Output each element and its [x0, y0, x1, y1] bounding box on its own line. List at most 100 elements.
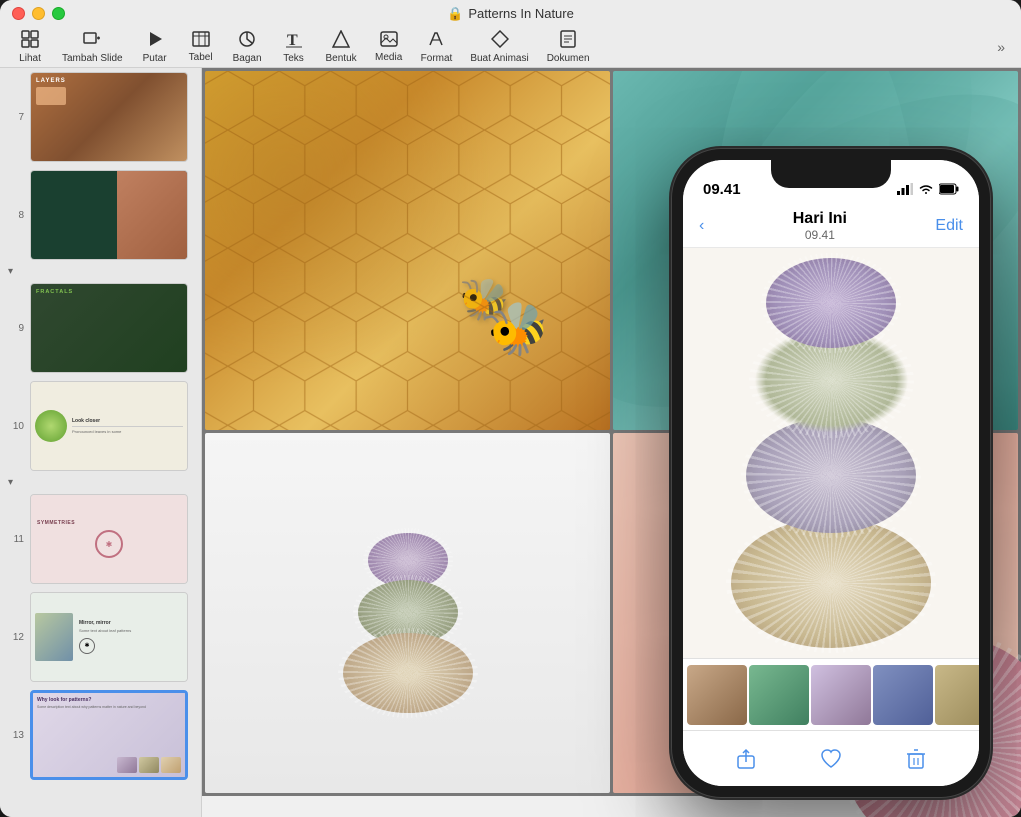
putar-label: Putar	[143, 53, 167, 64]
title-text: Patterns In Nature	[468, 6, 574, 21]
iphone-nav-subtitle: 09.41	[805, 228, 835, 242]
main-content: 7 LAYERS 8 ▾	[0, 68, 1021, 817]
toolbar: Lihat Tambah Slide Putar T	[0, 27, 1021, 67]
svg-text:T: T	[287, 32, 298, 48]
iphone-thumbnail-strip[interactable]	[683, 658, 979, 730]
chevron-down-icon-2: ▾	[8, 477, 13, 488]
trash-button[interactable]	[905, 748, 927, 770]
toolbar-format[interactable]: Format	[413, 27, 461, 67]
iphone-nav-bar: ‹ Hari Ini 09.41 Edit	[683, 204, 979, 248]
bagan-icon	[238, 30, 256, 52]
lock-icon: 🔒	[447, 6, 463, 22]
thumb-strip-1[interactable]	[687, 665, 747, 725]
edit-button[interactable]: Edit	[935, 217, 963, 235]
slide-number-11: 11	[8, 534, 24, 545]
iphone-notch	[771, 160, 891, 188]
iphone-main-image	[683, 248, 979, 658]
canvas-cell-urchins	[205, 433, 610, 792]
slide-number-13: 13	[8, 730, 24, 741]
format-icon	[427, 30, 445, 52]
slide-thumb-7: LAYERS	[30, 72, 188, 162]
urchin-stack	[343, 533, 473, 713]
format-label: Format	[421, 53, 453, 64]
slide-item-10[interactable]: 10 Look closer Pronounced leaves in some	[0, 377, 201, 475]
thumb-strip-5[interactable]	[935, 665, 979, 725]
slide-number-9: 9	[8, 323, 24, 334]
mac-window: 🔒 Patterns In Nature Lihat Tambah Slide	[0, 0, 1021, 817]
signal-icon	[897, 183, 913, 198]
media-label: Media	[375, 52, 402, 63]
iphone-image-area	[683, 248, 979, 658]
slide-thumb-8	[30, 170, 188, 260]
slide-number-10: 10	[8, 421, 24, 432]
iphone-screen: 09.41	[683, 160, 979, 786]
buat-animasi-label: Buat Animasi	[470, 53, 528, 64]
window-title: 🔒 Patterns In Nature	[447, 6, 574, 22]
dokumen-icon	[560, 30, 576, 52]
slide-item-13[interactable]: 13 Why look for patterns? Some descripti…	[0, 686, 201, 784]
toolbar-bentuk[interactable]: Bentuk	[318, 27, 365, 67]
toolbar-teks[interactable]: T Teks	[272, 27, 316, 67]
slide-thumb-11: SYMMETRIES ✱	[30, 494, 188, 584]
thumb-strip-2[interactable]	[749, 665, 809, 725]
slide-thumb-10: Look closer Pronounced leaves in some	[30, 381, 188, 471]
thumb-strip-3[interactable]	[811, 665, 871, 725]
toolbar-lihat[interactable]: Lihat	[8, 27, 52, 67]
battery-icon	[939, 183, 959, 198]
toolbar-dokumen[interactable]: Dokumen	[539, 27, 598, 67]
tambah-slide-label: Tambah Slide	[62, 53, 123, 64]
chevron-down-icon: ▾	[8, 266, 13, 277]
heart-button[interactable]	[820, 748, 842, 770]
toolbar-putar[interactable]: Putar	[133, 27, 177, 67]
window-controls	[12, 7, 65, 20]
slide-thumb-9: FRACTALS	[30, 283, 188, 373]
slide-item-7[interactable]: 7 LAYERS	[0, 68, 201, 166]
thumb-strip-4[interactable]	[873, 665, 933, 725]
iphone-time: 09.41	[703, 181, 741, 198]
toolbar-buat-animasi[interactable]: Buat Animasi	[462, 27, 536, 67]
bentuk-icon	[332, 30, 350, 52]
dokumen-label: Dokumen	[547, 53, 590, 64]
iphone-device: 09.41	[671, 148, 991, 798]
maximize-button[interactable]	[52, 7, 65, 20]
tambah-slide-icon	[83, 30, 101, 52]
section-divider-9[interactable]: ▾	[0, 264, 201, 279]
iphone-frame: 09.41	[671, 148, 991, 798]
iphone-nav-title-group: Hari Ini 09.41	[704, 210, 935, 242]
canvas-cell-bee: 🐝	[205, 71, 610, 430]
iphone-bottom-toolbar	[683, 730, 979, 786]
toolbar-media[interactable]: Media	[367, 28, 411, 66]
minimize-button[interactable]	[32, 7, 45, 20]
slide-item-12[interactable]: 12 Mirror, mirror Some text about leaf p…	[0, 588, 201, 686]
toolbar-tambah-slide[interactable]: Tambah Slide	[54, 27, 131, 67]
section-divider-11[interactable]: ▾	[0, 475, 201, 490]
teks-icon: T	[285, 30, 303, 52]
slide-number-8: 8	[8, 210, 24, 221]
bentuk-label: Bentuk	[326, 53, 357, 64]
share-button[interactable]	[735, 748, 757, 770]
iphone-urchin-top	[766, 258, 896, 348]
putar-icon	[146, 30, 164, 52]
slide-number-12: 12	[8, 632, 24, 643]
slide-panel: 7 LAYERS 8 ▾	[0, 68, 202, 817]
lihat-label: Lihat	[19, 53, 41, 64]
toolbar-more-chevron[interactable]: »	[989, 35, 1013, 59]
tabel-icon	[192, 31, 210, 51]
close-button[interactable]	[12, 7, 25, 20]
tabel-label: Tabel	[189, 52, 213, 63]
slide-area: 🐝	[202, 68, 1021, 817]
buat-animasi-icon	[491, 30, 509, 52]
toolbar-bagan[interactable]: Bagan	[225, 27, 270, 67]
iphone-nav-title: Hari Ini	[793, 210, 847, 228]
slide-item-8[interactable]: 8	[0, 166, 201, 264]
slide-item-11[interactable]: 11 SYMMETRIES ✱	[0, 490, 201, 588]
slide-number-7: 7	[8, 112, 24, 123]
toolbar-tabel[interactable]: Tabel	[179, 28, 223, 66]
urchin-bottom	[343, 633, 473, 713]
slide-item-9[interactable]: 9 FRACTALS	[0, 279, 201, 377]
slide-thumb-13: Why look for patterns? Some description …	[30, 690, 188, 780]
title-bar: 🔒 Patterns In Nature Lihat Tambah Slide	[0, 0, 1021, 68]
slide-thumb-12: Mirror, mirror Some text about leaf patt…	[30, 592, 188, 682]
media-icon	[380, 31, 398, 51]
wifi-icon	[918, 183, 934, 198]
